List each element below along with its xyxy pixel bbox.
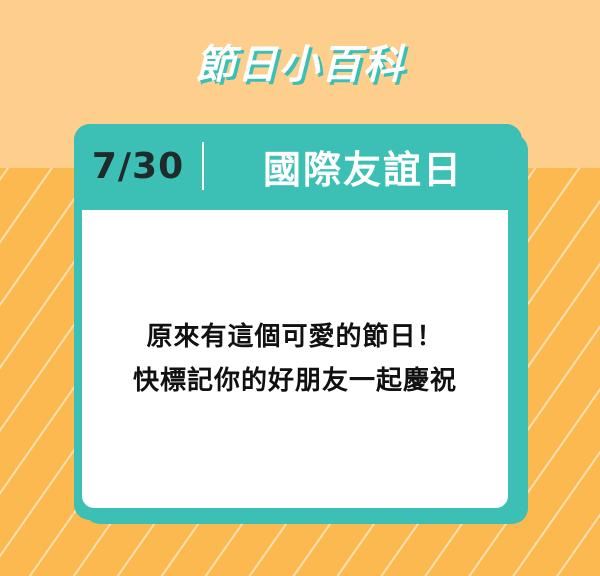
message-line-2: 快標記你的好朋友一起慶祝 (132, 366, 457, 396)
holiday-card: 7/30 國際友誼日 原來有這個可愛的節日！ 快標記你的好朋友一起慶祝 (74, 124, 522, 520)
banner-title: 節日小百科 (195, 42, 405, 88)
holiday-name: 國際友誼日 (262, 147, 463, 192)
card-body: 原來有這個可愛的節日！ 快標記你的好朋友一起慶祝 (80, 208, 510, 510)
message-line-1: 原來有這個可愛的節日！ (146, 322, 444, 352)
holiday-date: 7/30 (91, 145, 185, 187)
card-header: 7/30 國際友誼日 (74, 124, 522, 208)
